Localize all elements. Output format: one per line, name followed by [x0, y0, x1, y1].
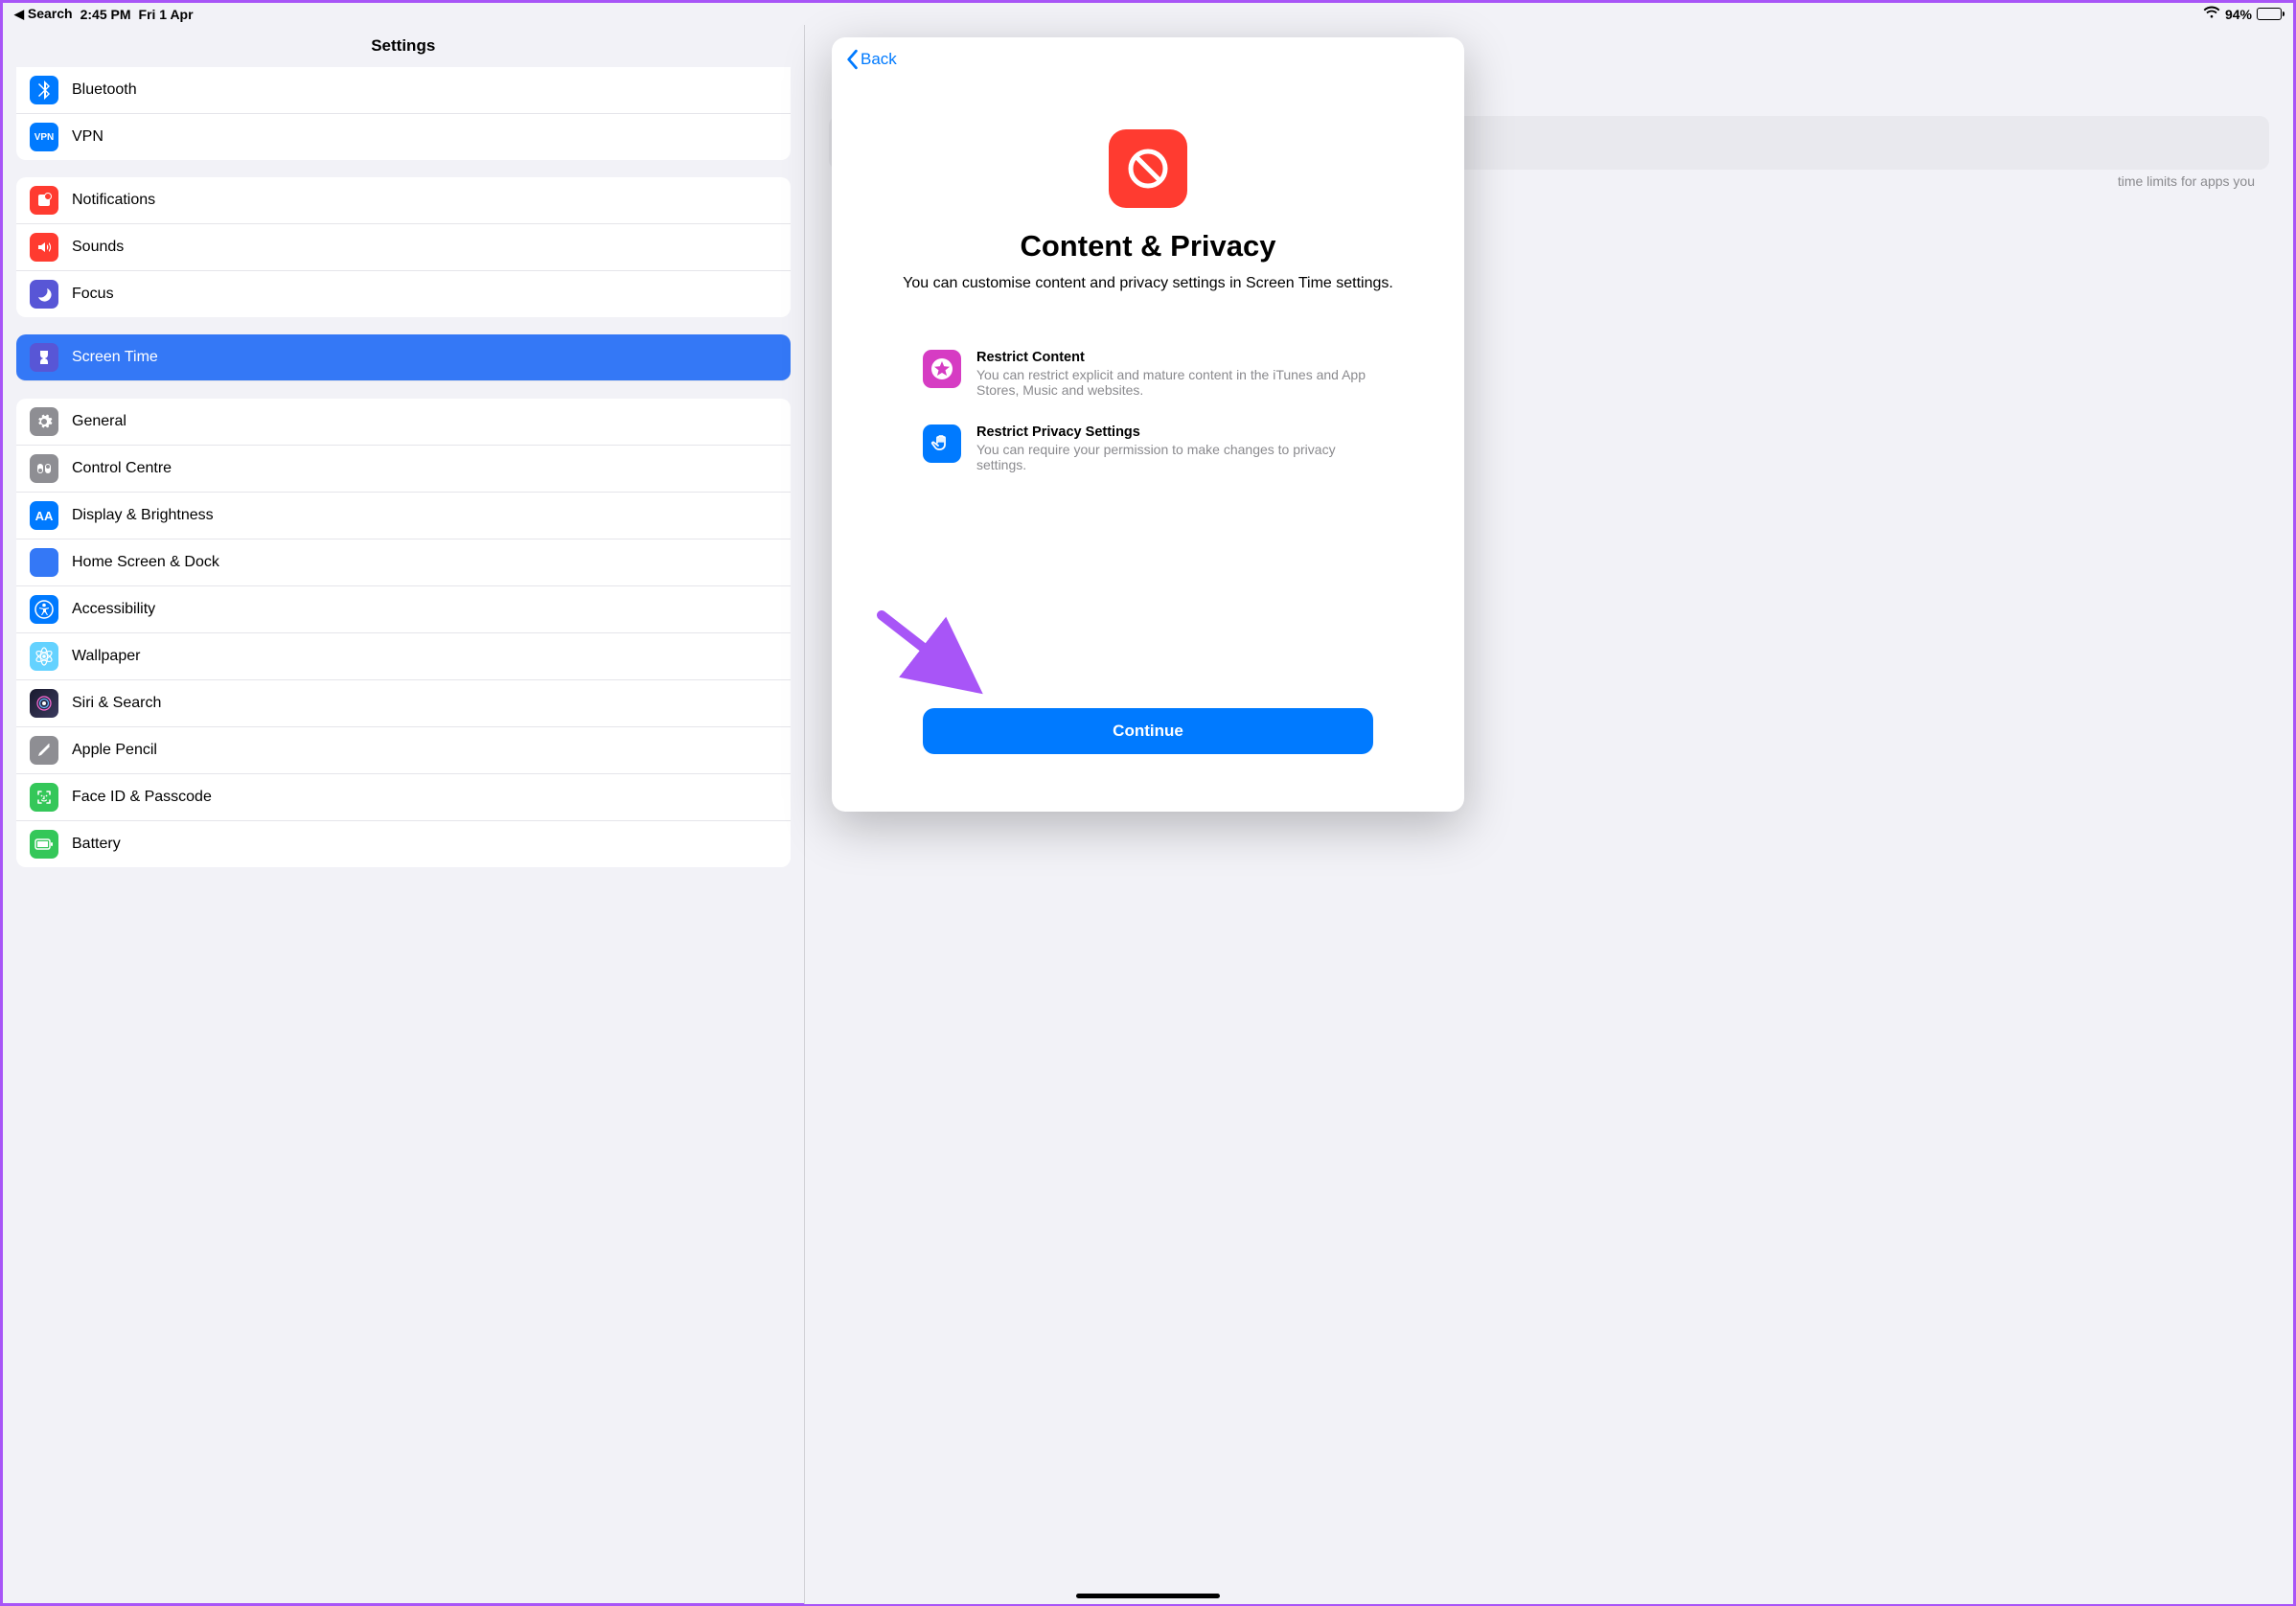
back-label: Back: [861, 50, 897, 69]
continue-button[interactable]: Continue: [923, 708, 1373, 754]
feature-desc: You can require your permission to make …: [976, 442, 1373, 472]
hand-icon: [923, 424, 961, 463]
back-button[interactable]: Back: [845, 49, 1451, 70]
feature-restrict-privacy: Restrict Privacy Settings You can requir…: [923, 424, 1373, 472]
feature-title: Restrict Content: [976, 350, 1373, 365]
modal-title: Content & Privacy: [1020, 229, 1275, 264]
no-entry-icon: [1109, 129, 1187, 208]
modal-subtitle: You can customise content and privacy se…: [903, 275, 1393, 292]
feature-desc: You can restrict explicit and mature con…: [976, 367, 1373, 398]
content-privacy-modal: Back Content & Privacy You can customise…: [832, 37, 1464, 812]
modal-backdrop: Back Content & Privacy You can customise…: [3, 3, 2293, 1603]
home-indicator[interactable]: [1076, 1594, 1220, 1598]
star-icon: [923, 350, 961, 388]
feature-restrict-content: Restrict Content You can restrict explic…: [923, 350, 1373, 398]
chevron-left-icon: [845, 49, 859, 70]
feature-title: Restrict Privacy Settings: [976, 424, 1373, 440]
